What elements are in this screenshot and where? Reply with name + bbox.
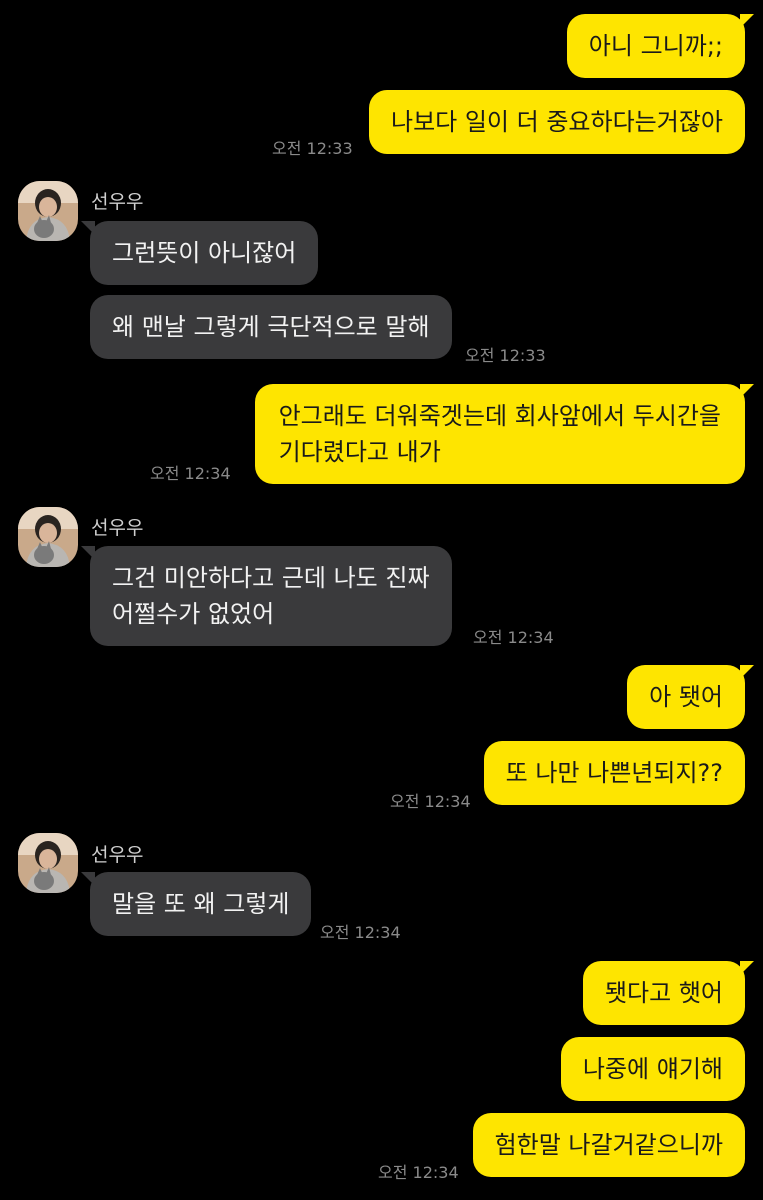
- my-message-bubble[interactable]: 나중에 얘기해: [560, 1037, 745, 1101]
- contact-avatar[interactable]: [18, 833, 78, 893]
- avatar-image: [18, 507, 78, 567]
- my-message-bubble[interactable]: 아 됏어: [627, 665, 754, 729]
- their-message-bubble[interactable]: 그건 미안하다고 근데 나도 진짜 어쩔수가 없었어: [81, 546, 452, 646]
- my-message-bubble[interactable]: 나보다 일이 더 중요하다는거잖아: [368, 90, 745, 154]
- message-text-line: 그건 미안하다고 근데 나도 진짜: [112, 564, 430, 592]
- message-text: 험한말 나갈거같으니까: [494, 1131, 723, 1159]
- message-text: 나보다 일이 더 중요하다는거잖아: [390, 108, 723, 136]
- message-text: 됏다고 햇어: [604, 979, 723, 1007]
- their-message-bubble[interactable]: 말을 또 왜 그렇게: [80, 872, 312, 936]
- message-text: 아니 그니까;;: [588, 32, 723, 60]
- contact-name: 선우우: [91, 844, 144, 866]
- message-text: 그런뜻이 아니잖어: [112, 239, 297, 267]
- contact-avatar[interactable]: [18, 181, 78, 241]
- message-timestamp: 오전 12:34: [320, 923, 401, 942]
- message-timestamp: 오전 12:34: [378, 1163, 459, 1182]
- message-text: 말을 또 왜 그렇게: [112, 890, 290, 918]
- contact-name: 선우우: [91, 517, 144, 539]
- message-text-line: 안그래도 더워죽겟는데 회사앞에서 두시간을: [278, 402, 721, 430]
- my-message-bubble[interactable]: 험한말 나갈거같으니까: [472, 1113, 745, 1177]
- avatar-image: [18, 833, 78, 893]
- avatar-image: [18, 181, 78, 241]
- message-timestamp: 오전 12:33: [272, 139, 353, 158]
- message-text-line: 어쩔수가 없었어: [112, 600, 275, 628]
- message-text: 또 나만 나쁜년되지??: [505, 759, 723, 787]
- message-text: 왜 맨날 그렇게 극단적으로 말해: [112, 313, 430, 341]
- message-text: 아 됏어: [649, 683, 723, 711]
- my-message-bubble[interactable]: 아니 그니까;;: [566, 14, 755, 78]
- my-message-bubble[interactable]: 또 나만 나쁜년되지??: [483, 741, 745, 805]
- their-message-bubble[interactable]: 왜 맨날 그렇게 극단적으로 말해: [90, 295, 452, 359]
- message-text: 나중에 얘기해: [582, 1055, 723, 1083]
- my-message-bubble[interactable]: 됏다고 햇어: [582, 961, 755, 1025]
- contact-name: 선우우: [91, 191, 144, 213]
- message-timestamp: 오전 12:34: [390, 792, 471, 811]
- their-message-bubble[interactable]: 그런뜻이 아니잖어: [80, 221, 319, 285]
- my-message-bubble[interactable]: 안그래도 더워죽겟는데 회사앞에서 두시간을 기다렸다고 내가: [254, 384, 755, 484]
- contact-avatar[interactable]: [18, 507, 78, 567]
- message-timestamp: 오전 12:34: [473, 628, 554, 647]
- message-text-line: 기다렸다고 내가: [278, 438, 441, 466]
- message-timestamp: 오전 12:33: [465, 346, 546, 365]
- message-timestamp: 오전 12:34: [150, 464, 231, 483]
